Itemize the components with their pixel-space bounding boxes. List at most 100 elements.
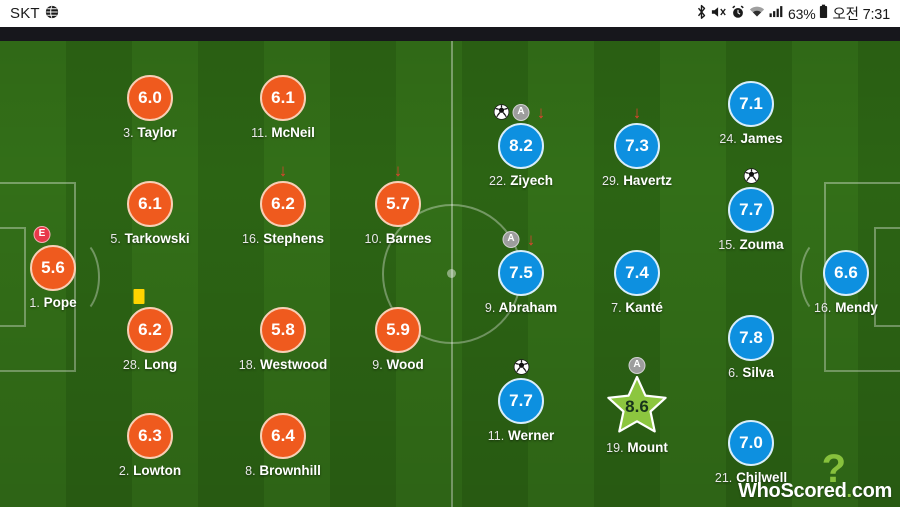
player-rating-value: 7.7 — [509, 391, 533, 410]
player-rating-value: 7.1 — [739, 94, 763, 113]
substitution-off-icon: ↓ — [278, 160, 288, 180]
player-card[interactable]: 7.7 15. Zouma — [691, 168, 811, 252]
player-name-label: 2. Lowton — [90, 463, 210, 478]
player-surname: Pope — [43, 295, 77, 310]
battery-icon — [819, 4, 828, 23]
player-number: 21. — [714, 471, 733, 485]
player-card[interactable]: 6.0 3. Taylor — [90, 75, 210, 140]
player-rating-value: 7.8 — [739, 328, 763, 347]
player-card[interactable]: 7.7 11. Werner — [461, 359, 581, 443]
player-rating[interactable]: 6.3 — [127, 413, 173, 459]
player-rating[interactable]: 7.4 — [614, 250, 660, 296]
player-rating-value: 6.0 — [138, 88, 162, 107]
player-rating[interactable]: 5.7 — [375, 181, 421, 227]
player-surname: Westwood — [259, 357, 328, 372]
player-name-label: 29. Havertz — [577, 173, 697, 188]
player-card[interactable]: 7.4 7. Kanté — [577, 250, 697, 315]
player-card[interactable]: 7.8 6. Silva — [691, 315, 811, 380]
player-rating-value: 7.4 — [625, 263, 649, 282]
player-name-label: 22. Ziyech — [461, 173, 581, 188]
player-badges: E — [33, 225, 51, 243]
player-rating[interactable]: 7.3 — [614, 123, 660, 169]
player-card[interactable]: 6.1 11. McNeil — [223, 75, 343, 140]
player-card[interactable]: ↓ 5.7 10. Barnes — [338, 162, 458, 247]
player-number: 29. — [602, 174, 620, 188]
player-card[interactable]: E 5.6 1. Pope — [0, 225, 113, 310]
status-bar-right: 63% 오전 7:31 — [696, 3, 890, 24]
player-number: 11. — [487, 429, 505, 443]
player-card[interactable]: 7.1 24. James — [691, 81, 811, 146]
player-card[interactable]: A ↓ 8.2 22. Ziyech — [461, 103, 581, 188]
player-name-label: 8. Brownhill — [223, 463, 343, 478]
player-name-label: 18. Westwood — [223, 357, 343, 372]
player-rating-value: 7.5 — [509, 263, 533, 282]
player-rating-value: 7.0 — [739, 433, 763, 452]
player-badges: ↓ — [390, 161, 407, 179]
player-card[interactable]: A ↓ 7.5 9. Abraham — [461, 230, 581, 315]
player-number: 5. — [110, 232, 121, 246]
player-rating-value: 5.6 — [41, 258, 65, 277]
player-card[interactable]: A 8.6 19. Mount — [577, 356, 697, 455]
player-rating[interactable]: 5.8 — [260, 307, 306, 353]
substitution-off-icon: ↓ — [526, 229, 536, 249]
carrier-label: SKT — [10, 5, 40, 22]
player-number: 7. — [611, 301, 622, 315]
player-card[interactable]: 6.2 28. Long — [90, 288, 210, 372]
center-spot — [447, 269, 456, 278]
player-rating[interactable]: 6.4 — [260, 413, 306, 459]
player-card[interactable]: ↓ 6.2 16. Stephens — [223, 162, 343, 247]
substitution-off-icon: ↓ — [632, 102, 642, 122]
player-rating[interactable]: 6.1 — [260, 75, 306, 121]
player-card[interactable]: 6.6 16. Mendy — [786, 250, 900, 315]
player-surname: Chilwell — [736, 470, 788, 485]
player-badges: A — [628, 356, 646, 374]
error-led-to-goal-icon: E — [33, 225, 51, 243]
player-badges — [513, 358, 530, 376]
player-card[interactable]: ↓ 7.3 29. Havertz — [577, 104, 697, 189]
player-rating[interactable]: 8.2 — [498, 123, 544, 169]
player-name-label: 28. Long — [90, 357, 210, 372]
player-badges: A ↓ — [493, 103, 550, 121]
player-rating-value: 7.7 — [739, 200, 763, 219]
player-rating[interactable]: 5.9 — [375, 307, 421, 353]
player-rating[interactable]: 7.7 — [498, 378, 544, 424]
goal-icon — [493, 104, 510, 121]
player-card[interactable]: 5.9 9. Wood — [338, 307, 458, 372]
clock-label: 오전 7:31 — [832, 7, 890, 23]
player-name-label: 9. Wood — [338, 357, 458, 372]
player-rating-value: 5.7 — [386, 194, 410, 213]
player-badges: ↓ — [629, 103, 646, 121]
player-name-label: 7. Kanté — [577, 300, 697, 315]
player-surname: McNeil — [271, 125, 315, 140]
player-rating-motm[interactable]: 8.6 — [606, 376, 668, 436]
player-surname: Barnes — [385, 231, 432, 246]
player-card[interactable]: 5.8 18. Westwood — [223, 307, 343, 372]
player-card[interactable]: 6.3 2. Lowton — [90, 413, 210, 478]
player-rating[interactable]: 7.8 — [728, 315, 774, 361]
player-name-label: 6. Silva — [691, 365, 811, 380]
player-card[interactable]: 7.0 21. Chilwell — [691, 420, 811, 485]
player-rating[interactable]: 6.6 — [823, 250, 869, 296]
player-name-label: 16. Stephens — [223, 231, 343, 246]
player-rating[interactable]: 6.2 — [127, 307, 173, 353]
player-rating-value: 6.1 — [271, 88, 295, 107]
player-rating[interactable]: 6.2 — [260, 181, 306, 227]
player-rating[interactable]: 6.0 — [127, 75, 173, 121]
alarm-clock-icon — [731, 4, 745, 23]
player-rating[interactable]: 7.0 — [728, 420, 774, 466]
player-card[interactable]: 6.4 8. Brownhill — [223, 413, 343, 478]
player-rating[interactable]: 7.7 — [728, 187, 774, 233]
player-card[interactable]: 6.1 5. Tarkowski — [90, 181, 210, 246]
player-surname: Ziyech — [510, 173, 553, 188]
player-rating[interactable]: 7.5 — [498, 250, 544, 296]
player-name-label: 16. Mendy — [786, 300, 900, 315]
player-rating[interactable]: 5.6 — [30, 245, 76, 291]
player-rating[interactable]: 6.1 — [127, 181, 173, 227]
player-badges — [131, 287, 148, 305]
player-number: 11. — [251, 126, 268, 140]
player-rating[interactable]: 7.1 — [728, 81, 774, 127]
player-name-label: 5. Tarkowski — [90, 231, 210, 246]
player-name-label: 11. Werner — [461, 428, 581, 443]
player-name-label: 24. James — [691, 131, 811, 146]
player-name-label: 11. McNeil — [223, 125, 343, 140]
